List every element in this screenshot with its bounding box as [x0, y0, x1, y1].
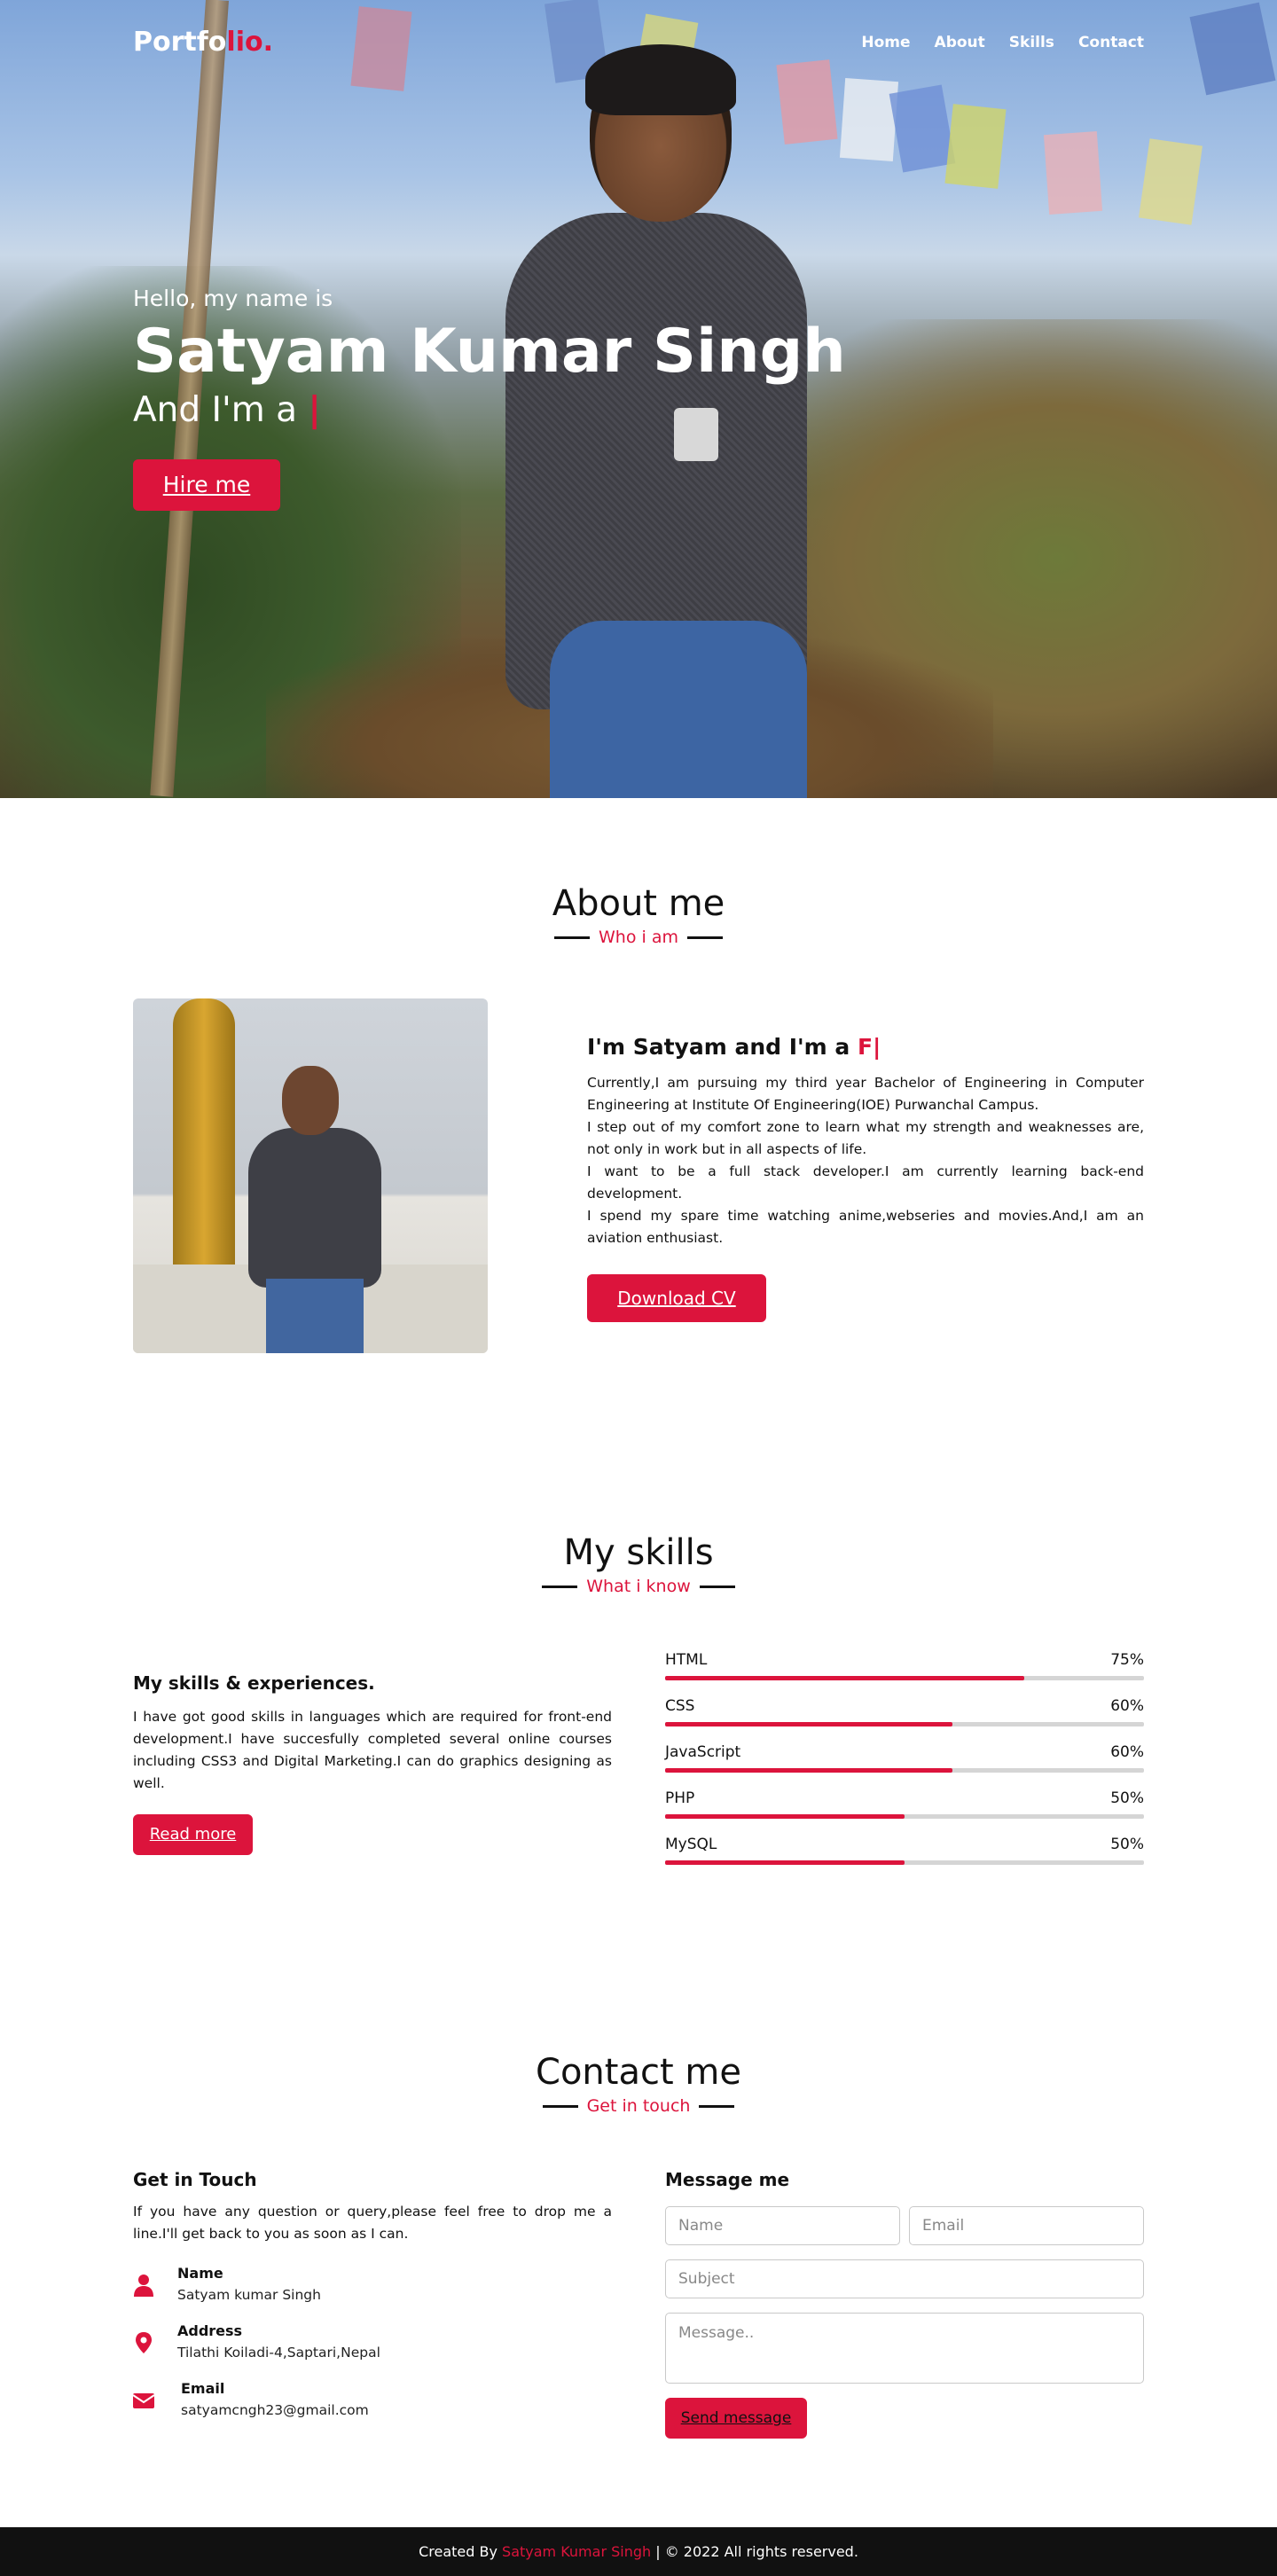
envelope-icon: [133, 2393, 154, 2408]
about-heading-typed: F|: [858, 1034, 881, 1060]
section-heading: Contact me: [536, 2052, 741, 2093]
skill-percent: 60%: [1110, 1743, 1144, 1761]
footer-suffix: | © 2022 All rights reserved.: [655, 2543, 858, 2560]
hero-greeting: Hello, my name is: [133, 286, 333, 311]
user-icon: [134, 2275, 153, 2297]
skill-name: PHP: [665, 1789, 695, 1807]
skill-percent: 50%: [1110, 1836, 1144, 1853]
skill-fill: [665, 1676, 1024, 1680]
info-value: satyamcngh23@gmail.com: [181, 2402, 369, 2418]
skill-fill: [665, 1860, 905, 1865]
footer-prefix: Created By: [419, 2543, 497, 2560]
section-subheading: Who i am: [554, 928, 723, 947]
logo-accent-text: lio.: [226, 27, 273, 58]
about-section-title: About me Who i am: [0, 883, 1277, 947]
skill-fill: [665, 1722, 952, 1726]
info-title: Address: [177, 2322, 243, 2339]
skill-track: [665, 1768, 1144, 1773]
typing-caret: |: [308, 390, 321, 431]
about-paragraph: I spend my spare time watching anime,web…: [587, 1208, 1144, 1246]
nav-link-about[interactable]: About: [935, 34, 985, 51]
info-value: Satyam kumar Singh: [177, 2287, 321, 2303]
skill-track: [665, 1722, 1144, 1726]
skill-bar: MySQL 50%: [665, 1834, 1144, 1880]
section-subheading: Get in touch: [543, 2096, 735, 2116]
hero-name: Satyam Kumar Singh: [133, 317, 846, 387]
hero-text: Hello, my name is Satyam Kumar Singh And…: [133, 286, 931, 430]
prayer-flag: [1189, 2, 1276, 96]
info-value: Tilathi Koiladi-4,Saptari,Nepal: [177, 2345, 380, 2361]
skill-percent: 60%: [1110, 1697, 1144, 1715]
contact-section-title: Contact me Get in touch: [0, 2052, 1277, 2116]
skill-bars: HTML 75% CSS 60% JavaScript 60% PHP 50% …: [665, 1649, 1144, 1880]
site-logo[interactable]: Portfolio.: [133, 27, 273, 58]
skill-bar: HTML 75%: [665, 1649, 1144, 1695]
skills-heading: My skills & experiences.: [133, 1672, 375, 1694]
download-cv-button[interactable]: Download CV: [587, 1274, 766, 1322]
send-message-button[interactable]: Send message: [665, 2398, 807, 2439]
prayer-flag: [1139, 138, 1203, 225]
hero-role: And I'm a |: [133, 390, 931, 430]
about-paragraph: I want to be a full stack developer.I am…: [587, 1163, 1144, 1202]
skill-name: HTML: [665, 1651, 708, 1669]
logo-text: Portfo: [133, 27, 227, 58]
skill-fill: [665, 1768, 952, 1773]
contact-info-intro: Get in Touch If you have any question or…: [133, 2169, 612, 2245]
skill-track: [665, 1814, 1144, 1819]
skill-name: CSS: [665, 1697, 695, 1715]
contact-left-heading: Get in Touch: [133, 2169, 257, 2190]
skills-section-title: My skills What i know: [0, 1532, 1277, 1596]
skill-bar: JavaScript 60%: [665, 1742, 1144, 1788]
contact-info-address: Address Tilathi Koiladi-4,Saptari,Nepal: [133, 2322, 612, 2372]
message-form-header: Message me: [665, 2169, 1144, 2190]
footer-author-link[interactable]: Satyam Kumar Singh: [502, 2543, 651, 2560]
section-heading: About me: [552, 883, 725, 924]
skill-name: MySQL: [665, 1836, 717, 1853]
skill-bar: CSS 60%: [665, 1695, 1144, 1742]
skill-name: JavaScript: [665, 1743, 741, 1761]
info-title: Name: [177, 2265, 223, 2282]
nav-menu: Home About Skills Contact: [861, 34, 1144, 51]
skills-description: My skills & experiences. I have got good…: [133, 1672, 612, 1795]
nav-link-skills[interactable]: Skills: [1009, 34, 1054, 51]
nav-link-home[interactable]: Home: [861, 34, 910, 51]
skill-percent: 75%: [1110, 1651, 1144, 1669]
nav-link-contact[interactable]: Contact: [1078, 34, 1144, 51]
about-content: I'm Satyam and I'm a F| Currently,I am p…: [587, 1034, 1144, 1249]
skill-track: [665, 1860, 1144, 1865]
prayer-flag: [839, 78, 899, 161]
about-paragraph: Currently,I am pursuing my third year Ba…: [587, 1075, 1144, 1113]
name-input[interactable]: [665, 2206, 900, 2245]
map-marker-icon: [136, 2332, 152, 2353]
about-description: Currently,I am pursuing my third year Ba…: [587, 1072, 1144, 1249]
message-form-heading: Message me: [665, 2169, 790, 2190]
skills-text: I have got good skills in languages whic…: [133, 1709, 612, 1791]
skill-bar: PHP 50%: [665, 1788, 1144, 1834]
message-textarea[interactable]: [665, 2313, 1144, 2384]
prayer-flag: [1043, 131, 1103, 215]
skill-track: [665, 1676, 1144, 1680]
hero-role-prefix: And I'm a: [133, 390, 298, 431]
section-heading: My skills: [563, 1532, 714, 1573]
site-footer: Created By Satyam Kumar Singh | © 2022 A…: [0, 2527, 1277, 2576]
info-title: Email: [181, 2380, 225, 2397]
contact-info-name: Name Satyam kumar Singh: [133, 2265, 612, 2314]
skill-percent: 50%: [1110, 1789, 1144, 1807]
contact-left-text: If you have any question or query,please…: [133, 2204, 612, 2242]
contact-info-email: Email satyamcngh23@gmail.com: [133, 2380, 612, 2430]
hire-me-button[interactable]: Hire me: [133, 459, 280, 511]
about-heading-prefix: I'm Satyam and I'm a: [587, 1034, 850, 1060]
subject-input[interactable]: [665, 2259, 1144, 2298]
about-paragraph: I step out of my comfort zone to learn w…: [587, 1119, 1144, 1157]
prayer-flag: [944, 104, 1007, 189]
about-heading: I'm Satyam and I'm a F|: [587, 1034, 1144, 1060]
section-subheading: What i know: [542, 1577, 735, 1596]
skill-fill: [665, 1814, 905, 1819]
top-navbar: Portfolio. Home About Skills Contact: [133, 27, 1144, 62]
read-more-button[interactable]: Read more: [133, 1814, 253, 1855]
email-input[interactable]: [909, 2206, 1144, 2245]
prayer-flag: [889, 84, 956, 173]
about-photo: [133, 998, 488, 1353]
